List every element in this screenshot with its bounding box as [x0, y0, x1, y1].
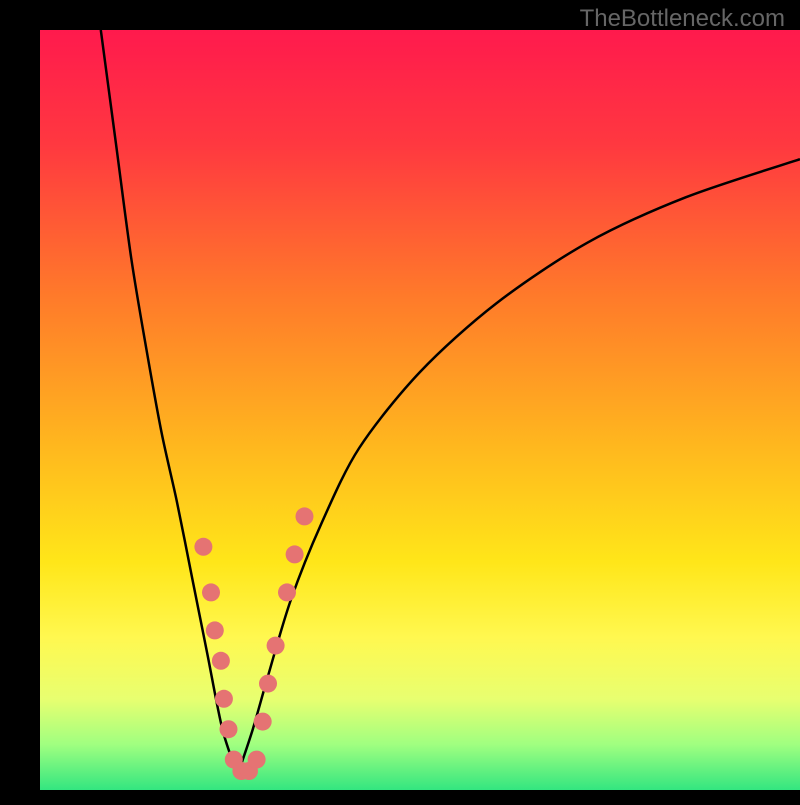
data-marker [278, 583, 296, 601]
data-marker [286, 545, 304, 563]
data-marker [194, 538, 212, 556]
data-marker [206, 621, 224, 639]
data-marker [259, 675, 277, 693]
chart-container [0, 0, 800, 800]
plot-background [40, 30, 800, 790]
data-marker [215, 690, 233, 708]
data-marker [219, 720, 237, 738]
data-marker [212, 652, 230, 670]
data-marker [254, 713, 272, 731]
data-marker [267, 637, 285, 655]
data-marker [295, 507, 313, 525]
data-marker [202, 583, 220, 601]
chart-svg [0, 0, 800, 800]
data-marker [248, 751, 266, 769]
watermark-text: TheBottleneck.com [580, 5, 785, 33]
